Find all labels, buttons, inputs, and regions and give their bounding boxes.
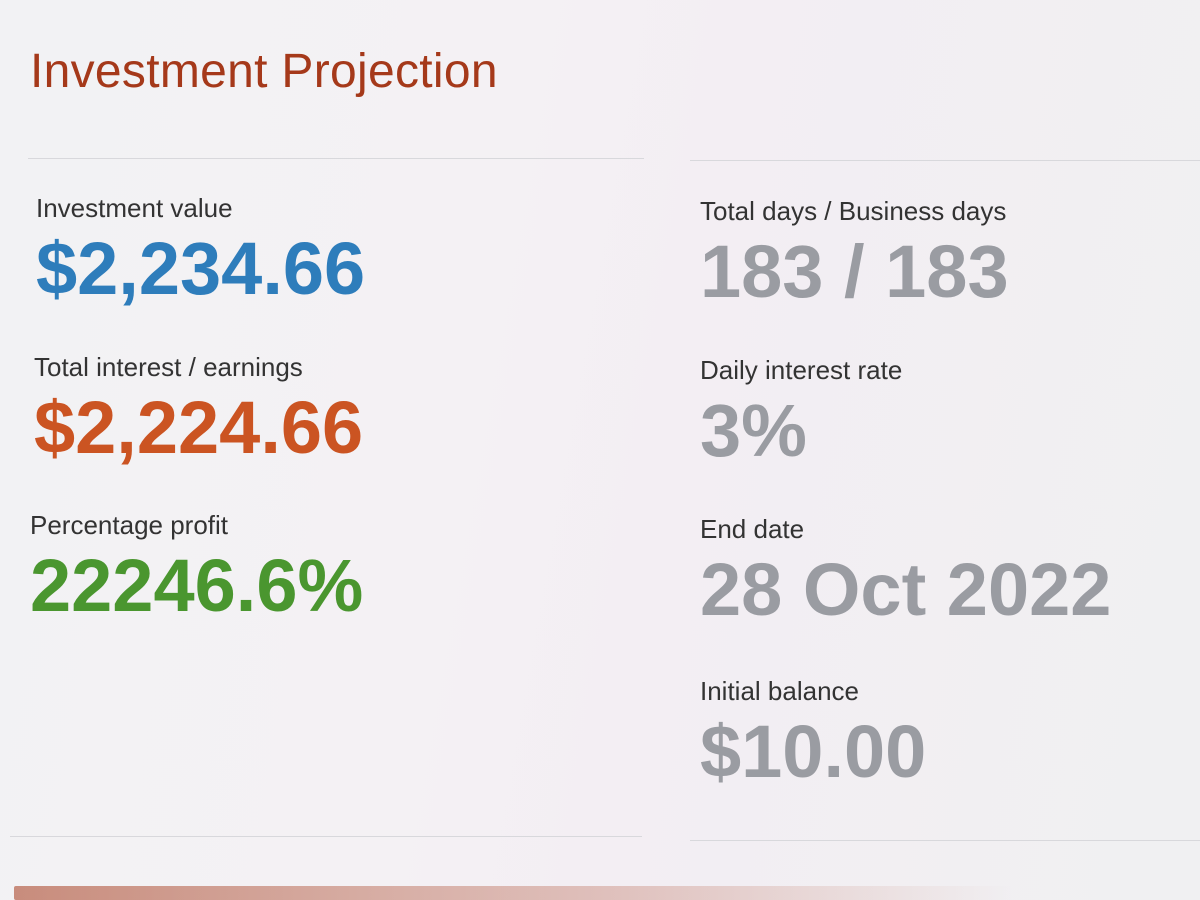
end-date-stat: End date 28 Oct 2022	[700, 514, 1111, 627]
total-days-value: 183 / 183	[700, 230, 1009, 313]
end-date-label: End date	[700, 514, 805, 544]
daily-interest-rate-label: Daily interest rate	[700, 355, 903, 385]
percentage-profit-stat: Percentage profit 22246.6%	[30, 510, 363, 623]
cut-off-next-section-heading	[14, 886, 1014, 900]
total-interest-stat: Total interest / earnings $2,224.66	[34, 352, 363, 465]
total-days-stat: Total days / Business days 183 / 183	[700, 196, 1009, 309]
daily-interest-rate-value: 3%	[700, 389, 807, 472]
investment-value-stat: Investment value $2,234.66	[36, 193, 365, 306]
initial-balance-label: Initial balance	[700, 676, 859, 706]
initial-balance-value: $10.00	[700, 710, 927, 793]
investment-value-label: Investment value	[36, 193, 233, 223]
initial-balance-stat: Initial balance $10.00	[700, 676, 926, 789]
divider	[28, 158, 644, 159]
end-date-value: 28 Oct 2022	[700, 548, 1112, 631]
divider	[10, 836, 642, 837]
total-days-label: Total days / Business days	[700, 196, 1007, 226]
daily-interest-rate-stat: Daily interest rate 3%	[700, 355, 902, 468]
divider	[690, 160, 1200, 161]
total-interest-value: $2,224.66	[34, 386, 364, 469]
page-title: Investment Projection	[30, 45, 498, 98]
investment-projection-panel: Investment Projection Investment value $…	[0, 0, 1200, 900]
percentage-profit-value: 22246.6%	[30, 544, 364, 627]
total-interest-label: Total interest / earnings	[34, 352, 303, 382]
percentage-profit-label: Percentage profit	[30, 510, 229, 540]
investment-value: $2,234.66	[36, 227, 366, 310]
divider	[690, 840, 1200, 841]
